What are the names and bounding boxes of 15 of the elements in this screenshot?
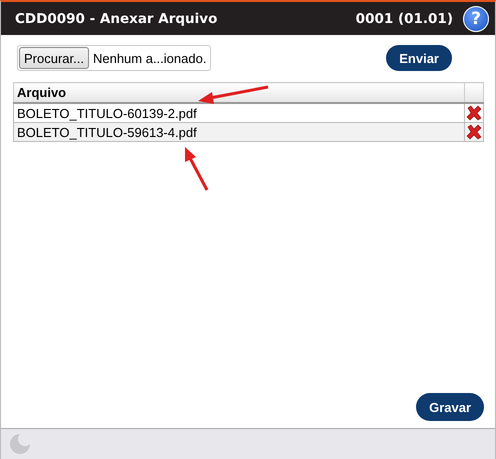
file-input[interactable]: Procurar... Nenhum a...ionado. xyxy=(17,45,212,71)
browse-button[interactable]: Procurar... xyxy=(19,47,89,69)
delete-icon[interactable] xyxy=(466,124,482,140)
arrow-icon xyxy=(198,86,268,104)
loading-icon xyxy=(9,433,31,455)
version-label: 0001 (01.01) xyxy=(356,10,453,26)
save-button[interactable]: Gravar xyxy=(416,393,484,421)
file-status: Nenhum a...ionado. xyxy=(92,50,206,66)
column-header: Arquivo xyxy=(14,82,464,103)
table-cell: BOLETO_TITULO-59613-4.pdf xyxy=(14,122,464,142)
window-title: CDD0090 - Anexar Arquivo xyxy=(15,10,218,26)
delete-icon[interactable] xyxy=(466,105,482,121)
arrow-icon xyxy=(185,147,208,191)
send-button[interactable]: Enviar xyxy=(386,45,452,71)
column-header xyxy=(464,82,484,103)
